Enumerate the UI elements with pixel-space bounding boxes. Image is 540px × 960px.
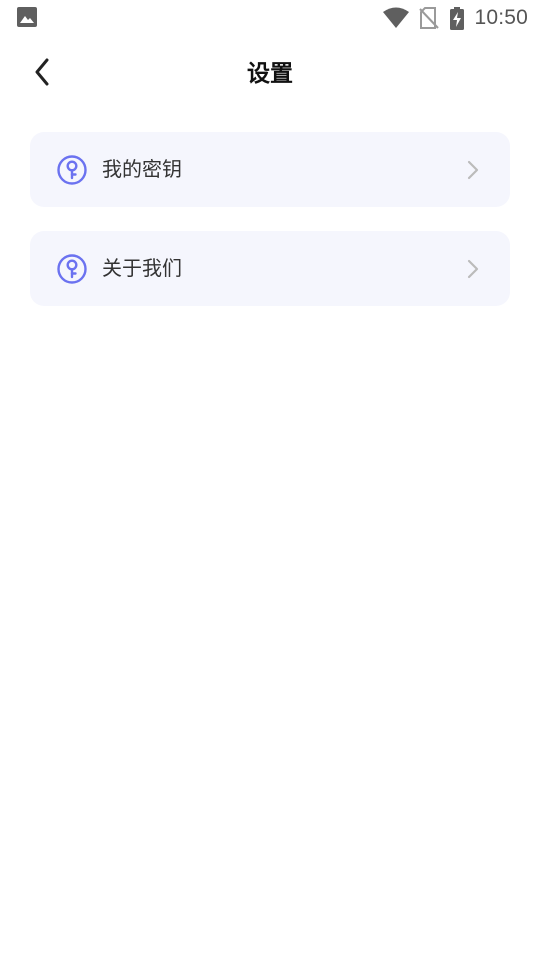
status-time: 10:50 bbox=[474, 6, 528, 29]
image-icon bbox=[17, 7, 37, 27]
key-circle-icon bbox=[57, 155, 87, 185]
chevron-right-icon bbox=[467, 259, 479, 279]
status-bar: 10:50 bbox=[0, 0, 540, 36]
status-icons: 10:50 bbox=[383, 0, 528, 36]
no-sim-icon bbox=[419, 7, 440, 29]
header-bar: 设置 bbox=[0, 36, 540, 108]
key-circle-icon bbox=[57, 254, 87, 284]
chevron-right-icon bbox=[467, 160, 479, 180]
settings-item-my-keys[interactable]: 我的密钥 bbox=[30, 132, 510, 207]
settings-item-label: 我的密钥 bbox=[102, 157, 182, 181]
settings-item-label: 关于我们 bbox=[102, 256, 182, 280]
battery-charging-icon bbox=[450, 6, 465, 30]
wifi-icon bbox=[383, 7, 410, 28]
settings-list: 我的密钥 关于我们 bbox=[30, 132, 510, 330]
settings-item-about-us[interactable]: 关于我们 bbox=[30, 231, 510, 306]
page-title: 设置 bbox=[247, 61, 293, 87]
settings-screen: 10:50 设置 我的密钥 关于我们 bbox=[0, 0, 540, 960]
